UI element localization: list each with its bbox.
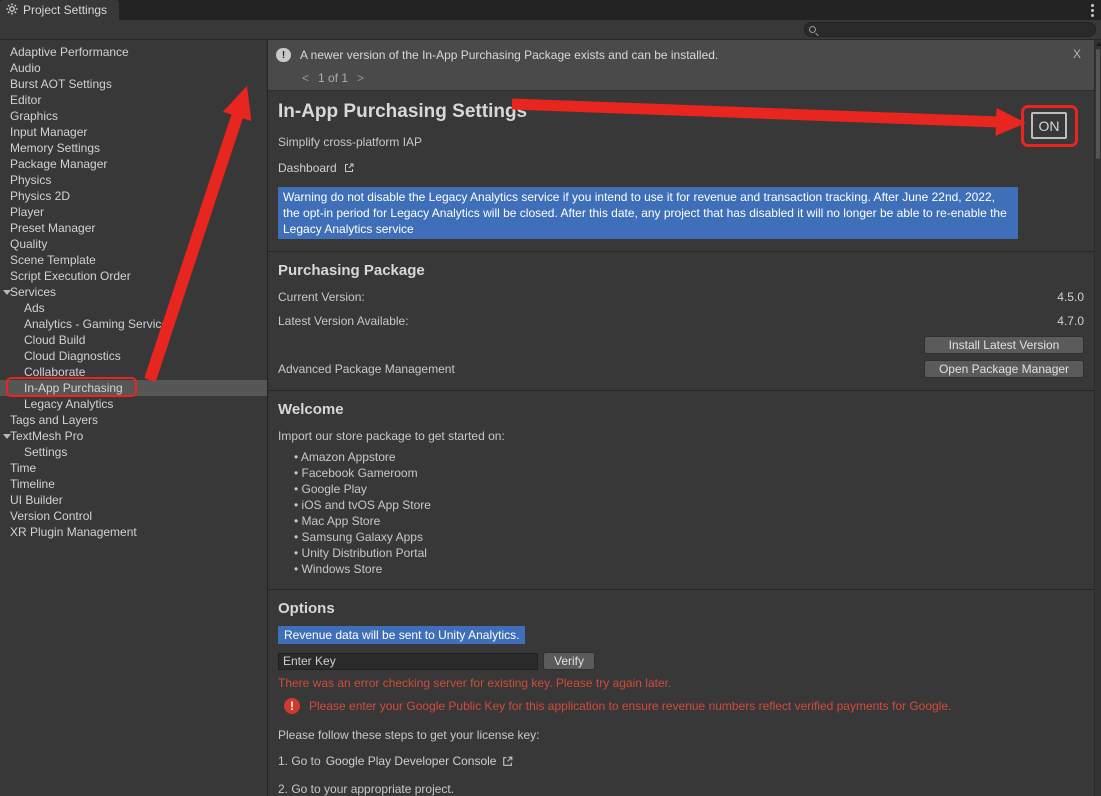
sidebar-item-script-execution-order[interactable]: Script Execution Order bbox=[0, 268, 267, 284]
current-version-value: 4.5.0 bbox=[1057, 290, 1084, 304]
sidebar-item-textmesh-settings[interactable]: Settings bbox=[0, 444, 267, 460]
error-icon: ! bbox=[284, 698, 300, 714]
sidebar-item-audio[interactable]: Audio bbox=[0, 60, 267, 76]
store-list-item: Google Play bbox=[294, 481, 1094, 497]
store-list-item: Unity Distribution Portal bbox=[294, 545, 1094, 561]
toolbar bbox=[0, 20, 1101, 40]
sidebar-item-analytics-gaming-services[interactable]: Analytics - Gaming Services bbox=[0, 316, 267, 332]
scrollbar-thumb[interactable] bbox=[1096, 49, 1100, 159]
pager-prev-button[interactable]: < bbox=[302, 71, 309, 85]
notification-banner: ! A newer version of the In-App Purchasi… bbox=[268, 40, 1094, 91]
section-divider bbox=[268, 589, 1094, 590]
open-package-manager-button[interactable]: Open Package Manager bbox=[924, 360, 1084, 378]
sidebar-item-textmesh-pro[interactable]: TextMesh Pro bbox=[0, 428, 267, 444]
google-key-error-text: Please enter your Google Public Key for … bbox=[309, 699, 951, 713]
sidebar-item-editor[interactable]: Editor bbox=[0, 92, 267, 108]
sidebar-item-version-control[interactable]: Version Control bbox=[0, 508, 267, 524]
tab-title: Project Settings bbox=[23, 3, 107, 17]
store-list-item: Facebook Gameroom bbox=[294, 465, 1094, 481]
foldout-icon[interactable] bbox=[3, 290, 11, 295]
foldout-icon[interactable] bbox=[3, 434, 11, 439]
sidebar-item-ui-builder[interactable]: UI Builder bbox=[0, 492, 267, 508]
step-1: 1. Go to Google Play Developer Console bbox=[278, 754, 1094, 768]
google-public-key-input[interactable] bbox=[278, 653, 538, 670]
license-steps-intro: Please follow these steps to get your li… bbox=[278, 728, 1094, 742]
kebab-menu-icon[interactable] bbox=[1084, 0, 1101, 20]
current-version-label: Current Version: bbox=[278, 290, 365, 304]
sidebar-item-legacy-analytics[interactable]: Legacy Analytics bbox=[0, 396, 267, 412]
iap-toggle-on-button[interactable]: ON bbox=[1031, 112, 1067, 139]
content-pane: ! A newer version of the In-App Purchasi… bbox=[267, 40, 1094, 796]
store-list-item: Samsung Galaxy Apps bbox=[294, 529, 1094, 545]
google-play-console-link[interactable]: Google Play Developer Console bbox=[326, 754, 497, 768]
latest-version-label: Latest Version Available: bbox=[278, 314, 409, 328]
sidebar-item-player[interactable]: Player bbox=[0, 204, 267, 220]
sidebar-item-preset-manager[interactable]: Preset Manager bbox=[0, 220, 267, 236]
latest-version-value: 4.7.0 bbox=[1057, 314, 1084, 328]
notification-text: A newer version of the In-App Purchasing… bbox=[300, 47, 1059, 63]
page-title: In-App Purchasing Settings bbox=[278, 101, 1094, 123]
sidebar-item-cloud-build[interactable]: Cloud Build bbox=[0, 332, 267, 348]
sidebar-item-burst-aot-settings[interactable]: Burst AOT Settings bbox=[0, 76, 267, 92]
tab-project-settings[interactable]: Project Settings bbox=[0, 0, 119, 20]
sidebar-item-time[interactable]: Time bbox=[0, 460, 267, 476]
sidebar-item-memory-settings[interactable]: Memory Settings bbox=[0, 140, 267, 156]
info-icon: ! bbox=[276, 48, 291, 62]
sidebar-item-scene-template[interactable]: Scene Template bbox=[0, 252, 267, 268]
legacy-analytics-warning: Warning do not disable the Legacy Analyt… bbox=[278, 187, 1018, 239]
store-list-item: iOS and tvOS App Store bbox=[294, 497, 1094, 513]
sidebar-item-physics-2d[interactable]: Physics 2D bbox=[0, 188, 267, 204]
step-1-prefix: 1. Go to bbox=[278, 754, 321, 768]
sidebar-item-ads[interactable]: Ads bbox=[0, 300, 267, 316]
sidebar-item-collaborate[interactable]: Collaborate bbox=[0, 364, 267, 380]
search-icon bbox=[809, 26, 816, 33]
sidebar-item-timeline[interactable]: Timeline bbox=[0, 476, 267, 492]
gear-icon bbox=[6, 3, 18, 18]
sidebar-item-in-app-purchasing[interactable]: In-App Purchasing bbox=[0, 380, 267, 396]
purchasing-package-heading: Purchasing Package bbox=[278, 262, 1094, 280]
step-2: 2. Go to your appropriate project. bbox=[278, 782, 1094, 796]
close-icon[interactable]: X bbox=[1068, 47, 1086, 61]
dashboard-link[interactable]: Dashboard bbox=[278, 161, 337, 175]
store-list-item: Windows Store bbox=[294, 561, 1094, 577]
store-list-item: Mac App Store bbox=[294, 513, 1094, 529]
sidebar-item-services[interactable]: Services bbox=[0, 284, 267, 300]
sidebar-item-xr-plugin-management[interactable]: XR Plugin Management bbox=[0, 524, 267, 540]
sidebar-item-package-manager[interactable]: Package Manager bbox=[0, 156, 267, 172]
sidebar-item-adaptive-performance[interactable]: Adaptive Performance bbox=[0, 44, 267, 60]
store-list: Amazon Appstore Facebook Gameroom Google… bbox=[294, 449, 1094, 577]
store-list-item: Amazon Appstore bbox=[294, 449, 1094, 465]
verify-button[interactable]: Verify bbox=[543, 652, 595, 670]
welcome-heading: Welcome bbox=[278, 401, 1094, 419]
notification-pager: < 1 of 1 > bbox=[276, 63, 1086, 87]
external-link-icon[interactable] bbox=[501, 755, 514, 768]
options-heading: Options bbox=[278, 600, 1094, 618]
sidebar-item-tags-and-layers[interactable]: Tags and Layers bbox=[0, 412, 267, 428]
scrollbar[interactable] bbox=[1094, 40, 1101, 796]
titlebar: Project Settings bbox=[0, 0, 1101, 20]
external-link-icon[interactable] bbox=[343, 162, 355, 174]
section-divider bbox=[268, 251, 1094, 252]
search-input[interactable] bbox=[804, 22, 1096, 37]
sidebar-item-cloud-diagnostics[interactable]: Cloud Diagnostics bbox=[0, 348, 267, 364]
scroll-up-icon[interactable] bbox=[1096, 42, 1101, 46]
server-error-text: There was an error checking server for e… bbox=[278, 676, 1094, 690]
pager-next-button[interactable]: > bbox=[357, 71, 364, 85]
sidebar: Adaptive Performance Audio Burst AOT Set… bbox=[0, 40, 267, 796]
install-latest-version-button[interactable]: Install Latest Version bbox=[924, 336, 1084, 354]
simplify-iap-label: Simplify cross-platform IAP bbox=[278, 135, 1094, 149]
sidebar-item-quality[interactable]: Quality bbox=[0, 236, 267, 252]
revenue-analytics-note: Revenue data will be sent to Unity Analy… bbox=[278, 626, 525, 644]
welcome-intro: Import our store package to get started … bbox=[278, 429, 1094, 443]
sidebar-item-physics[interactable]: Physics bbox=[0, 172, 267, 188]
advanced-package-management-label: Advanced Package Management bbox=[278, 362, 455, 376]
google-key-error: ! Please enter your Google Public Key fo… bbox=[284, 698, 1094, 714]
sidebar-item-graphics[interactable]: Graphics bbox=[0, 108, 267, 124]
pager-label: 1 of 1 bbox=[318, 71, 348, 85]
project-settings-window: Project Settings Adaptive Performance Au… bbox=[0, 0, 1101, 796]
sidebar-item-input-manager[interactable]: Input Manager bbox=[0, 124, 267, 140]
section-divider bbox=[268, 390, 1094, 391]
